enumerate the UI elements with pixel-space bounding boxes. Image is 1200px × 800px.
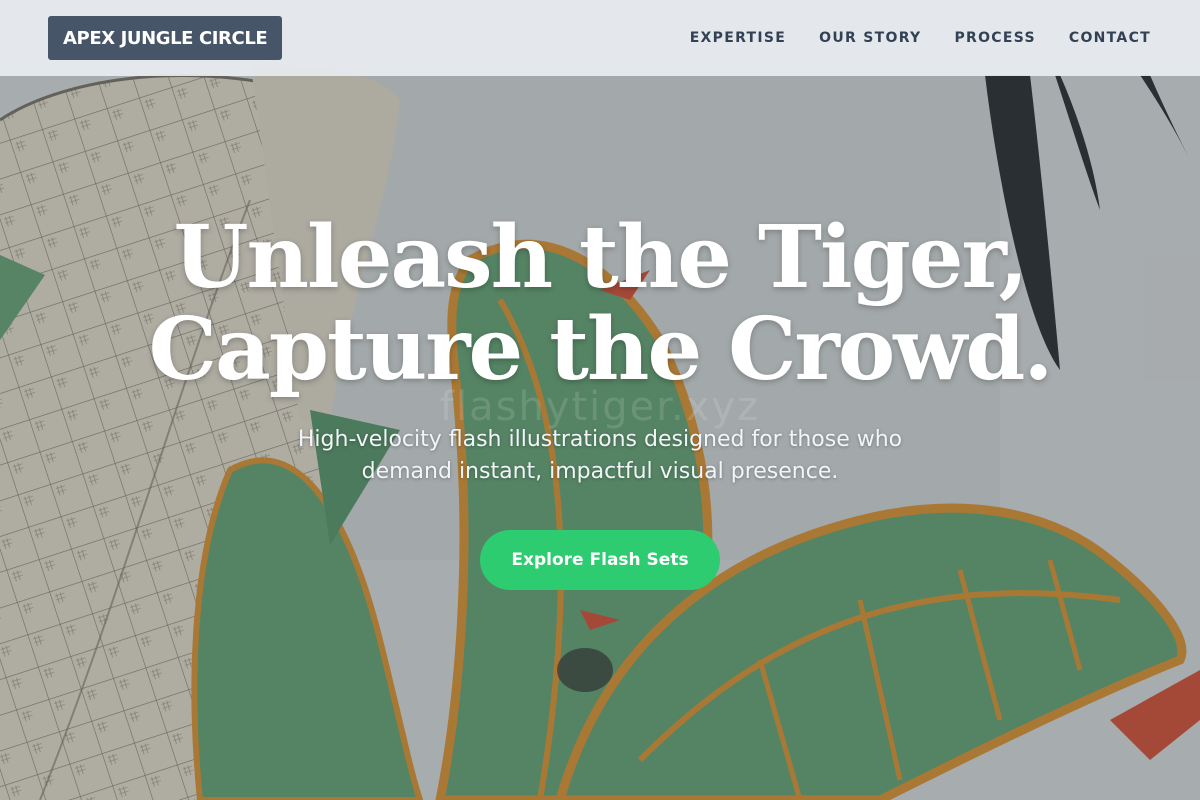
nav-link-process[interactable]: PROCESS bbox=[954, 30, 1035, 46]
explore-flash-sets-button[interactable]: Explore Flash Sets bbox=[480, 530, 720, 590]
nav-link-our-story[interactable]: OUR STORY bbox=[819, 30, 921, 46]
nav-link-contact[interactable]: CONTACT bbox=[1069, 30, 1151, 46]
hero-subtitle: High-velocity flash illustrations design… bbox=[297, 427, 903, 484]
hero-title-line-1: Unleash the Tiger, bbox=[173, 207, 1029, 308]
brand-logo-button[interactable]: APEX JUNGLE CIRCLE bbox=[48, 16, 283, 60]
main-navigation: EXPERTISE OUR STORY PROCESS CONTACT bbox=[690, 30, 1151, 46]
hero-section: Unleash the Tiger, Capture the Crowd. Hi… bbox=[0, 212, 1200, 590]
hero-title-line-2: Capture the Crowd. bbox=[148, 299, 1054, 400]
hero-title: Unleash the Tiger, Capture the Crowd. bbox=[149, 212, 1054, 396]
site-header: APEX JUNGLE CIRCLE EXPERTISE OUR STORY P… bbox=[0, 0, 1200, 76]
nav-link-expertise[interactable]: EXPERTISE bbox=[690, 30, 786, 46]
